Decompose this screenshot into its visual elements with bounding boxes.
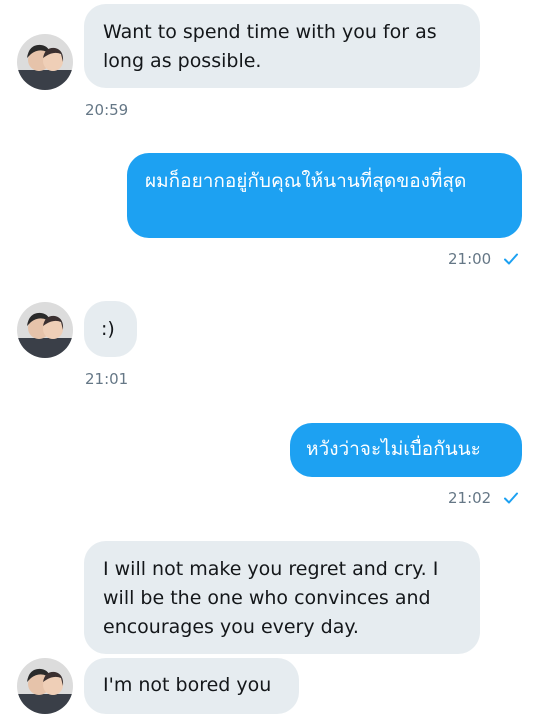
- incoming-message-bubble[interactable]: I will not make you regret and cry. I wi…: [84, 541, 480, 654]
- message-text: ผมก็อยากอยู่กับคุณให้นานที่สุดของที่สุด: [145, 170, 467, 192]
- check-icon: [504, 253, 518, 265]
- message-timestamp: 21:00: [448, 250, 492, 268]
- message-timestamp: 21:01: [85, 370, 129, 388]
- incoming-message-bubble[interactable]: Want to spend time with you for as long …: [84, 4, 480, 88]
- check-icon: [504, 492, 518, 504]
- message-timestamp: 20:59: [85, 101, 129, 119]
- message-text: หวังว่าจะไม่เบื่อกันนะ: [306, 438, 481, 460]
- incoming-message-bubble[interactable]: :): [84, 301, 137, 357]
- message-text: :): [101, 318, 115, 340]
- message-text: Want to spend time with you for as long …: [103, 21, 437, 72]
- message-text: I'm not bored you: [103, 674, 272, 696]
- contact-avatar[interactable]: [17, 302, 73, 358]
- outgoing-message-bubble[interactable]: ผมก็อยากอยู่กับคุณให้นานที่สุดของที่สุด: [127, 153, 522, 238]
- message-text: I will not make you regret and cry. I wi…: [103, 558, 439, 638]
- incoming-message-bubble[interactable]: I'm not bored you: [84, 658, 299, 714]
- outgoing-message-bubble[interactable]: หวังว่าจะไม่เบื่อกันนะ: [290, 423, 522, 477]
- contact-avatar[interactable]: [17, 34, 73, 90]
- message-timestamp: 21:02: [448, 489, 492, 507]
- contact-avatar[interactable]: [17, 658, 73, 714]
